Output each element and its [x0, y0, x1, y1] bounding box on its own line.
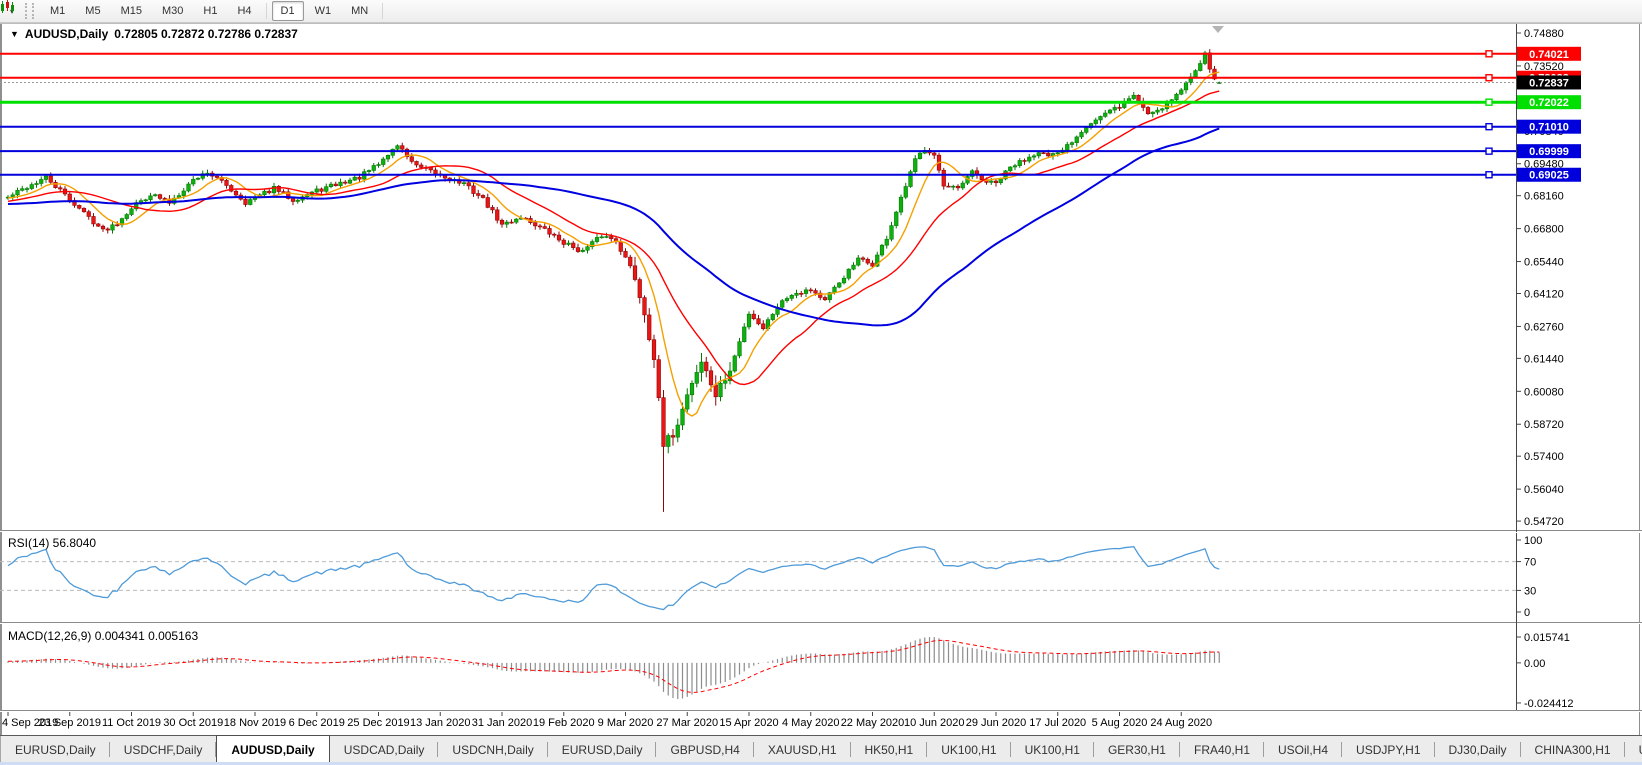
macd-signal-line [8, 640, 1219, 692]
toolbar-separator [382, 3, 383, 19]
date-tick-label: 6 Dec 2019 [289, 717, 345, 729]
tab-uk100-h1[interactable]: UK100,H1 [1011, 736, 1094, 763]
price-chart-canvas[interactable]: 100703000.0157410.00-0.0244120.748800.73… [0, 0, 1642, 735]
date-tick-label: 27 Mar 2020 [656, 717, 718, 729]
timeframe-button-mn[interactable]: MN [342, 1, 377, 21]
chart-shift-marker[interactable] [1212, 26, 1224, 33]
date-tick-label: 18 Nov 2019 [224, 717, 286, 729]
hline-handle[interactable] [1486, 99, 1492, 105]
price-tick-label: 0.66800 [1524, 224, 1564, 236]
price-tick-label: 0.68160 [1524, 191, 1564, 203]
ma-55-line[interactable] [8, 128, 1219, 325]
macd-indicator-label: MACD(12,26,9) 0.004341 0.005163 [8, 629, 198, 643]
date-tick-label: 29 Jun 2020 [966, 717, 1027, 729]
hline-handle[interactable] [1486, 148, 1492, 154]
tab-usdchf-daily[interactable]: USDCHF,Daily [110, 736, 217, 763]
rsi-line [8, 547, 1219, 610]
date-tick-label: 23 Sep 2019 [39, 717, 101, 729]
hline-handle[interactable] [1486, 172, 1492, 178]
rsi-axis-label: 0 [1524, 607, 1530, 619]
hline-price-badge-text: 0.69025 [1529, 170, 1569, 182]
symbol-dropdown-icon[interactable]: ▼ [10, 29, 19, 39]
chart-title: ▼ AUDUSD,Daily 0.72805 0.72872 0.72786 0… [10, 27, 298, 41]
date-tick-label: 4 May 2020 [782, 717, 839, 729]
price-tick-label: 0.61440 [1524, 353, 1564, 365]
tab-usdcnh-daily[interactable]: USDCNH,Daily [438, 736, 547, 763]
candlesticks [6, 49, 1221, 512]
tab-uk100-h1[interactable]: UK100,H1 [927, 736, 1010, 763]
hline-price-badge-text: 0.69999 [1529, 146, 1569, 158]
tab-gbpusd-h4[interactable]: GBPUSD,H4 [656, 736, 753, 763]
macd-axis-label: 0.00 [1524, 658, 1545, 670]
timeframe-button-w1[interactable]: W1 [306, 1, 341, 21]
app-toolbar: ▾ M1M5M15M30H1H4 D1W1MN [0, 0, 1642, 23]
rsi-axis-label: 100 [1524, 535, 1542, 547]
horizontal-lines[interactable] [0, 51, 1516, 178]
ma-21-line[interactable] [8, 91, 1219, 384]
rsi-axis-label: 70 [1524, 557, 1536, 569]
hline-price-badge-text: 0.74021 [1529, 49, 1569, 61]
date-tick-label: 10 Jun 2020 [904, 717, 965, 729]
chart-ohlc-values: 0.72805 0.72872 0.72786 0.72837 [114, 27, 298, 41]
date-tick-label: 22 May 2020 [841, 717, 905, 729]
hline-price-badge-text: 0.71010 [1529, 122, 1569, 134]
chart-windows-icon[interactable]: ▾ [4, 6, 17, 17]
timeframe-button-m5[interactable]: M5 [76, 1, 109, 21]
price-tick-label: 0.65440 [1524, 257, 1564, 269]
timeframe-button-m15[interactable]: M15 [112, 1, 151, 21]
tab-usoil-h4[interactable]: USOil,H4 [1264, 736, 1342, 763]
timeframe-button-m1[interactable]: M1 [41, 1, 74, 21]
date-tick-label: 19 Feb 2020 [533, 717, 595, 729]
date-tick-label: 25 Dec 2019 [347, 717, 409, 729]
candlestick-chart-icon [0, 0, 16, 14]
date-tick-label: 11 Oct 2019 [102, 717, 161, 729]
chart-symbol-label: AUDUSD,Daily [25, 27, 108, 41]
timeframe-button-m30[interactable]: M30 [153, 1, 192, 21]
macd-axis-label: -0.024412 [1524, 698, 1574, 710]
chart-tab-bar: EURUSD,DailyUSDCHF,DailyAUDUSD,DailyUSDC… [0, 735, 1642, 763]
tab-hk50-h1[interactable]: HK50,H1 [851, 736, 928, 763]
price-tick-label: 0.57400 [1524, 451, 1564, 463]
price-tick-label: 0.56040 [1524, 484, 1564, 496]
price-tick-label: 0.64120 [1524, 288, 1564, 300]
date-tick-label: 24 Aug 2020 [1150, 717, 1212, 729]
date-tick-label: 15 Apr 2020 [719, 717, 778, 729]
timeframe-button-d1[interactable]: D1 [272, 1, 304, 21]
price-tick-label: 0.54720 [1524, 516, 1564, 528]
tab-eurusd-daily[interactable]: EURUSD,Daily [1, 736, 110, 763]
macd-axis-label: 0.015741 [1524, 632, 1570, 644]
date-tick-label: 13 Jan 2020 [410, 717, 471, 729]
current-price-badge-text: 0.72837 [1529, 77, 1569, 89]
date-tick-label: 30 Oct 2019 [163, 717, 223, 729]
date-tick-label: 31 Jan 2020 [472, 717, 533, 729]
price-tick-label: 0.62760 [1524, 321, 1564, 333]
tab-usdjpy-h1[interactable]: USDJPY,H1 [1342, 736, 1434, 763]
price-tick-label: 0.74880 [1524, 28, 1564, 40]
date-tick-label: 17 Jul 2020 [1029, 717, 1086, 729]
hline-handle[interactable] [1486, 75, 1492, 81]
hline-price-badge-text: 0.72022 [1529, 97, 1569, 109]
tab-fra40-h1[interactable]: FRA40,H1 [1180, 736, 1264, 763]
tab-eurusd-daily[interactable]: EURUSD,Daily [548, 736, 657, 763]
rsi-indicator-label: RSI(14) 56.8040 [8, 536, 96, 550]
toolbar-drag-handle[interactable] [25, 3, 34, 19]
tab-dj30-daily[interactable]: DJ30,Daily [1435, 736, 1521, 763]
rsi-axis-label: 30 [1524, 585, 1536, 597]
tab-china300-h1[interactable]: CHINA300,H1 [1521, 736, 1625, 763]
date-tick-label: 9 Mar 2020 [598, 717, 654, 729]
hline-handle[interactable] [1486, 51, 1492, 57]
tab-audusd-daily[interactable]: AUDUSD,Daily [216, 735, 329, 763]
timeframe-button-h4[interactable]: H4 [228, 1, 260, 21]
price-tick-label: 0.58720 [1524, 419, 1564, 431]
hline-handle[interactable] [1486, 124, 1492, 130]
date-tick-label: 5 Aug 2020 [1092, 717, 1148, 729]
toolbar-separator [266, 3, 267, 19]
tab-xauusd-h1[interactable]: XAUUSD,H1 [754, 736, 851, 763]
tab-usdcad-daily[interactable]: USDCAD,Daily [330, 736, 439, 763]
timeframe-button-h1[interactable]: H1 [194, 1, 226, 21]
price-tick-label: 0.60080 [1524, 386, 1564, 398]
tab-usoil-h1[interactable]: USOil,H1 [1625, 736, 1642, 763]
ma-8-line[interactable] [8, 72, 1219, 416]
tab-ger30-h1[interactable]: GER30,H1 [1094, 736, 1180, 763]
